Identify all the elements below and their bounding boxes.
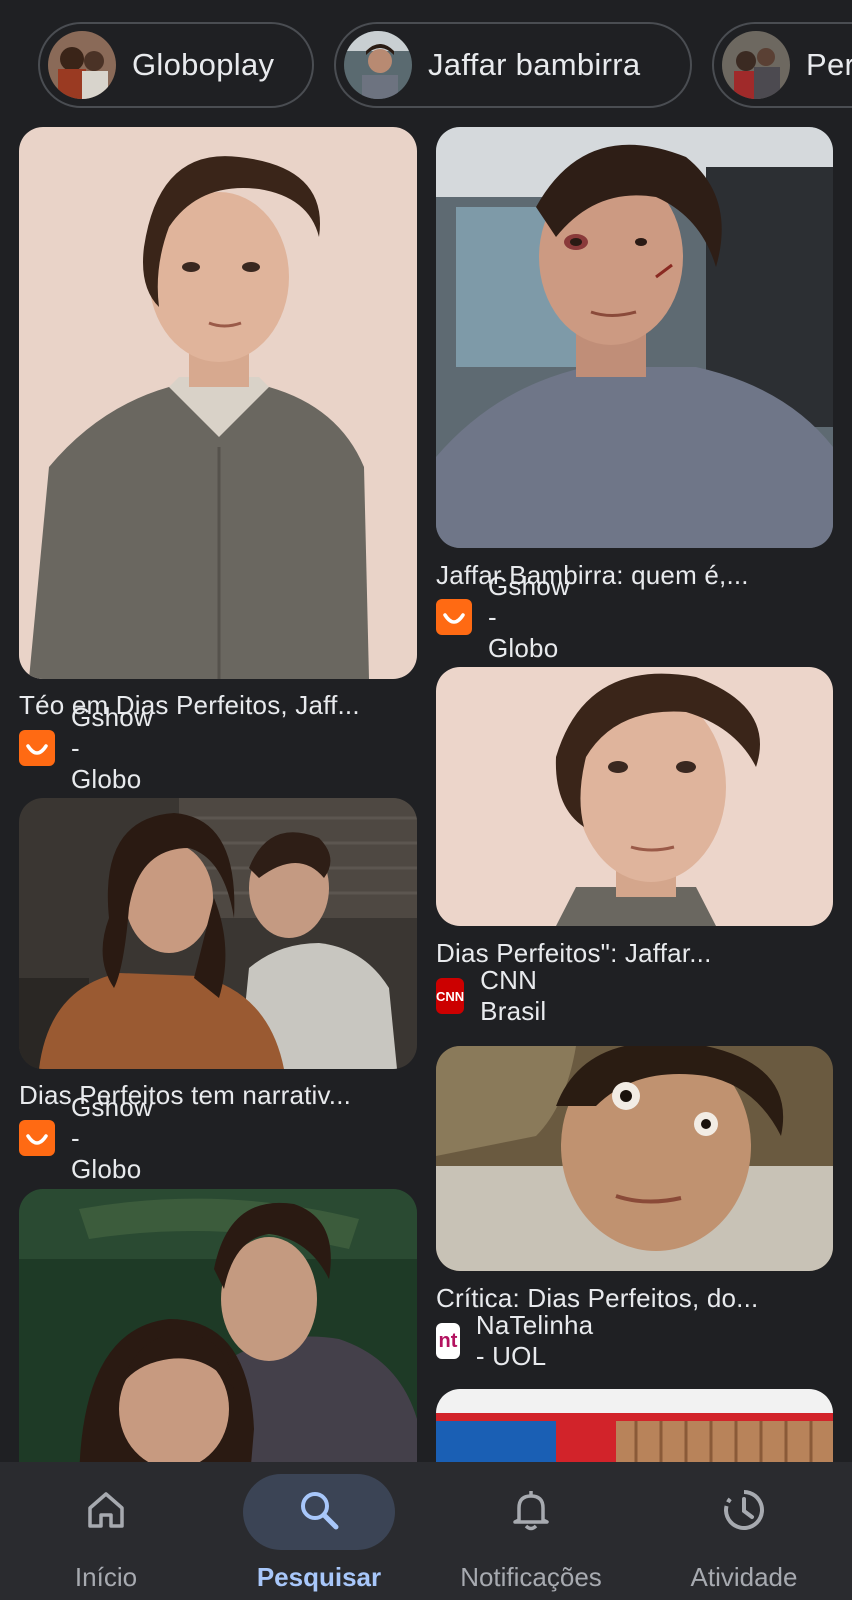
nav-pill <box>455 1474 607 1550</box>
nav-pill <box>668 1474 820 1550</box>
bottom-navigation: Início Pesquisar Notificações Atividade <box>0 1462 852 1600</box>
chip-label: Globoplay <box>132 47 275 82</box>
result-image[interactable] <box>436 1046 833 1271</box>
chip-perf[interactable]: Perf <box>712 22 852 108</box>
nav-label: Pesquisar <box>256 1562 382 1592</box>
source-name: Gshow - Globo <box>488 570 570 663</box>
activity-icon <box>721 1487 767 1538</box>
chip-label: Jaffar bambirra <box>428 47 641 82</box>
nav-label: Notificações <box>460 1562 602 1592</box>
result-image[interactable] <box>19 127 417 679</box>
source-name: CNN Brasil <box>480 965 547 1026</box>
nav-label: Atividade <box>690 1562 798 1592</box>
chip-globoplay[interactable]: Globoplay <box>38 22 314 108</box>
related-searches-chips: Globoplay Jaffar bambirra Per <box>38 22 852 108</box>
nav-label: Início <box>74 1562 138 1592</box>
cnn-icon: CNN <box>436 978 465 1014</box>
gshow-icon <box>436 599 472 635</box>
result-source: Gshow - Globo <box>19 1092 153 1184</box>
source-name: Gshow - Globo <box>71 701 153 794</box>
result-source: Gshow - Globo <box>19 702 153 794</box>
nav-item-atividade[interactable]: Atividade <box>644 1462 844 1600</box>
nav-item-notificacoes[interactable]: Notificações <box>431 1462 631 1600</box>
gshow-icon <box>19 1120 55 1156</box>
chip-jaffar-bambirra[interactable]: Jaffar bambirra <box>334 22 692 108</box>
result-image[interactable] <box>19 1189 417 1489</box>
search-results-page: Globoplay Jaffar bambirra Per Téo em Dia… <box>0 0 852 1600</box>
result-source: Gshow - Globo <box>436 571 570 663</box>
source-name: NaTelinha - UOL <box>475 1310 594 1371</box>
bell-icon <box>509 1488 553 1537</box>
nav-item-inicio[interactable]: Início <box>6 1462 206 1600</box>
result-image[interactable] <box>436 127 833 548</box>
nav-pill-active <box>243 1474 395 1550</box>
chip-label: Perf <box>806 47 852 82</box>
result-image[interactable] <box>436 667 833 926</box>
chip-avatar-image <box>48 31 116 99</box>
source-name: Gshow - Globo <box>71 1091 153 1184</box>
chip-avatar-image <box>344 31 412 99</box>
search-icon <box>296 1487 342 1538</box>
nav-pill <box>30 1474 182 1550</box>
gshow-icon <box>19 730 55 766</box>
chip-avatar-image <box>722 31 790 99</box>
nav-item-pesquisar[interactable]: Pesquisar <box>219 1462 419 1600</box>
result-source: CNN CNN Brasil <box>436 965 554 1026</box>
result-image[interactable] <box>19 798 417 1069</box>
result-source: nt NaTelinha - UOL <box>436 1310 605 1371</box>
home-icon <box>84 1488 128 1537</box>
natelinha-icon: nt <box>436 1323 460 1359</box>
